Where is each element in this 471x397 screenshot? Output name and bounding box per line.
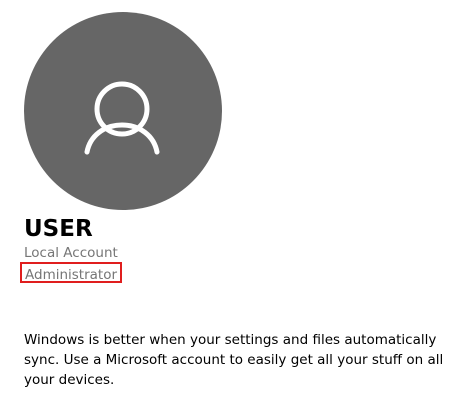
role-label: Administrator: [25, 267, 118, 283]
person-icon: [84, 81, 160, 155]
account-type-label: Local Account: [24, 245, 118, 261]
account-info-page: USER Local Account Administrator Windows…: [0, 0, 471, 397]
avatar: [24, 12, 222, 210]
user-name: USER: [24, 216, 93, 242]
role-highlight-box: Administrator: [20, 262, 123, 283]
sync-message: Windows is better when your settings and…: [24, 332, 444, 388]
